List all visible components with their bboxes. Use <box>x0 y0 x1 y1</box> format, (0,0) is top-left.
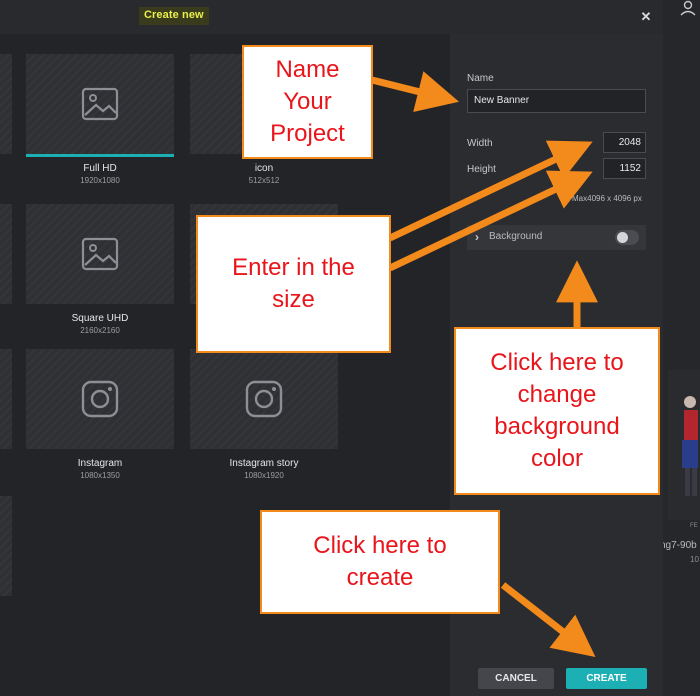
width-label: Width <box>467 138 493 149</box>
template-tile-partial[interactable] <box>0 54 12 154</box>
background-thumbnail <box>668 370 700 520</box>
width-input[interactable]: 2048 <box>603 132 646 153</box>
template-tile-partial[interactable] <box>0 496 12 596</box>
callout-line: Name <box>275 56 340 83</box>
template-tile-partial[interactable] <box>0 204 12 304</box>
template-name: icon <box>254 163 274 174</box>
selected-indicator <box>26 304 174 307</box>
dialog-title: Create new <box>139 7 209 25</box>
callout-line: Click here to <box>490 349 624 376</box>
instagram-icon <box>81 380 119 418</box>
template-tile-square-uhd[interactable]: Square UHD 2160x2160 <box>26 204 174 335</box>
instagram-icon <box>245 380 283 418</box>
template-size: 2160x2160 <box>80 326 120 335</box>
callout-line: create <box>346 564 414 591</box>
background-thumb-sub: 10 <box>690 555 699 564</box>
background-section-toggle[interactable]: › Background <box>467 225 646 250</box>
cancel-button[interactable]: CANCEL <box>478 668 554 689</box>
callout-line: background <box>494 413 620 440</box>
template-size: 1920x1080 <box>80 176 120 185</box>
callout-name-project: Name Your Project <box>242 45 373 159</box>
template-name: Instagram <box>77 458 123 469</box>
template-name: Full HD <box>83 163 117 174</box>
template-size: 1080x1920 <box>244 471 284 480</box>
close-icon[interactable]: ✕ <box>636 8 656 26</box>
callout-line: Click here to <box>313 532 447 559</box>
character-figure-icon <box>682 396 698 496</box>
callout-line: change <box>517 381 597 408</box>
template-size: 512x512 <box>248 176 280 185</box>
background-thumb-label: ng7-90b <box>660 540 697 551</box>
image-icon <box>81 237 119 271</box>
callout-enter-size: Enter in the size <box>196 215 391 353</box>
selected-indicator <box>26 154 174 157</box>
template-tile-instagram-story[interactable]: Instagram story 1080x1920 <box>190 349 338 480</box>
height-input[interactable]: 1152 <box>603 158 646 179</box>
callout-line: size <box>272 286 315 313</box>
create-button[interactable]: CREATE <box>566 668 647 689</box>
user-icon[interactable] <box>679 0 697 16</box>
max-size-note: Max4096 x 4096 px <box>572 194 642 203</box>
chevron-right-icon: › <box>475 230 479 244</box>
background-app-panel <box>663 0 700 696</box>
callout-create: Click here to create <box>260 510 500 614</box>
callout-line: Your <box>283 88 332 115</box>
template-name: Instagram story <box>229 458 299 469</box>
template-tile-partial[interactable] <box>0 349 12 449</box>
template-name: Square UHD <box>71 313 129 324</box>
background-switch[interactable] <box>615 230 639 245</box>
callout-background-color: Click here to change background color <box>454 327 660 495</box>
switch-knob <box>617 232 628 243</box>
template-tile-full-hd[interactable]: Full HD 1920x1080 <box>26 54 174 185</box>
selected-indicator <box>190 449 338 452</box>
background-label: Background <box>489 231 543 242</box>
template-size: 1080x1350 <box>80 471 120 480</box>
selected-indicator <box>26 449 174 452</box>
screenshot: FE ng7-90b 10 Create new ✕ Full HD 1920x… <box>0 0 700 696</box>
template-tile-instagram[interactable]: Instagram 1080x1350 <box>26 349 174 480</box>
template-thumbnail <box>26 349 174 449</box>
template-thumbnail <box>26 204 174 304</box>
callout-line: Project <box>270 120 345 147</box>
callout-line: Enter in the <box>232 254 355 281</box>
project-name-input[interactable]: New Banner <box>467 89 646 113</box>
height-label: Height <box>467 164 496 175</box>
callout-line: color <box>530 445 583 472</box>
template-thumbnail <box>190 349 338 449</box>
name-label: Name <box>467 73 494 84</box>
template-thumbnail <box>26 54 174 154</box>
image-icon <box>81 87 119 121</box>
dialog-header: Create new ✕ <box>0 0 663 34</box>
background-thumb-caption-top: FE <box>690 523 698 529</box>
